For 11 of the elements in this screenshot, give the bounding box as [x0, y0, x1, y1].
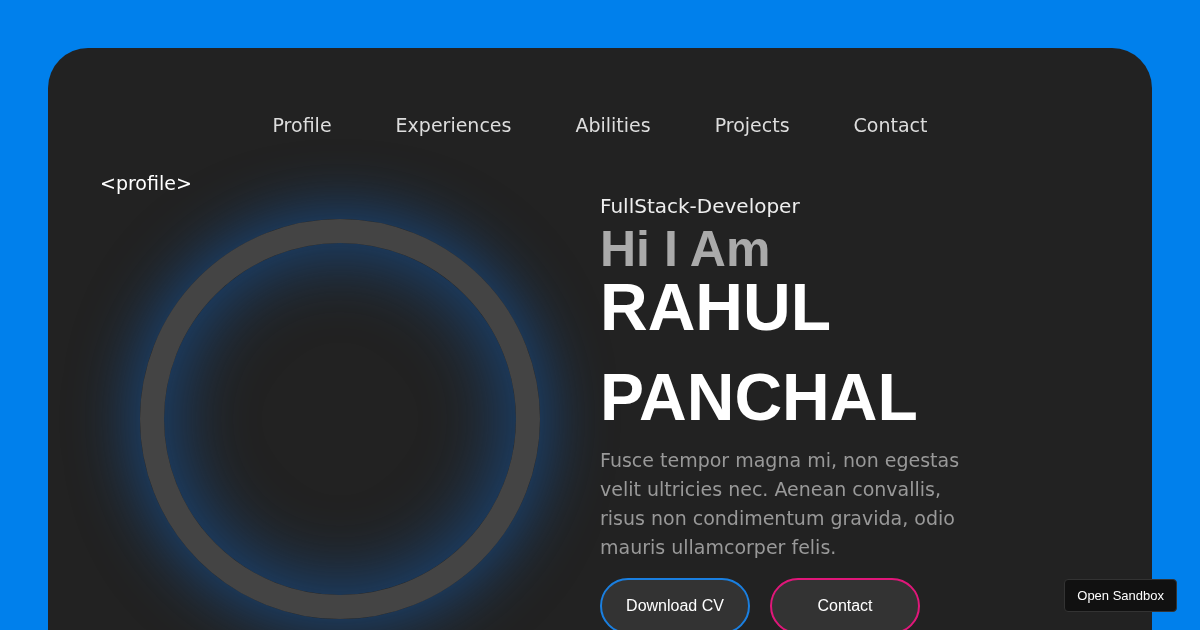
nav-link[interactable]: Contact [853, 112, 928, 138]
subtitle: FullStack-Developer [600, 193, 800, 220]
nav-link[interactable]: Experiences [395, 112, 512, 138]
section-tag: <profile> [100, 172, 192, 194]
description: Fusce tempor magna mi, non egestas velit ultricies nec. Aenean convallis, risus non condimentum gravida, odio mauris ullamcorper felis. [600, 448, 961, 560]
nav-link[interactable]: Abilities [575, 112, 651, 138]
open-sandbox-button[interactable]: Open Sandbox [1064, 579, 1177, 612]
action-button[interactable]: Contact [770, 578, 920, 630]
nav-link[interactable]: Profile [272, 112, 332, 138]
action-button[interactable]: Download CV [600, 578, 750, 630]
nav-link[interactable]: Projects [714, 112, 790, 138]
